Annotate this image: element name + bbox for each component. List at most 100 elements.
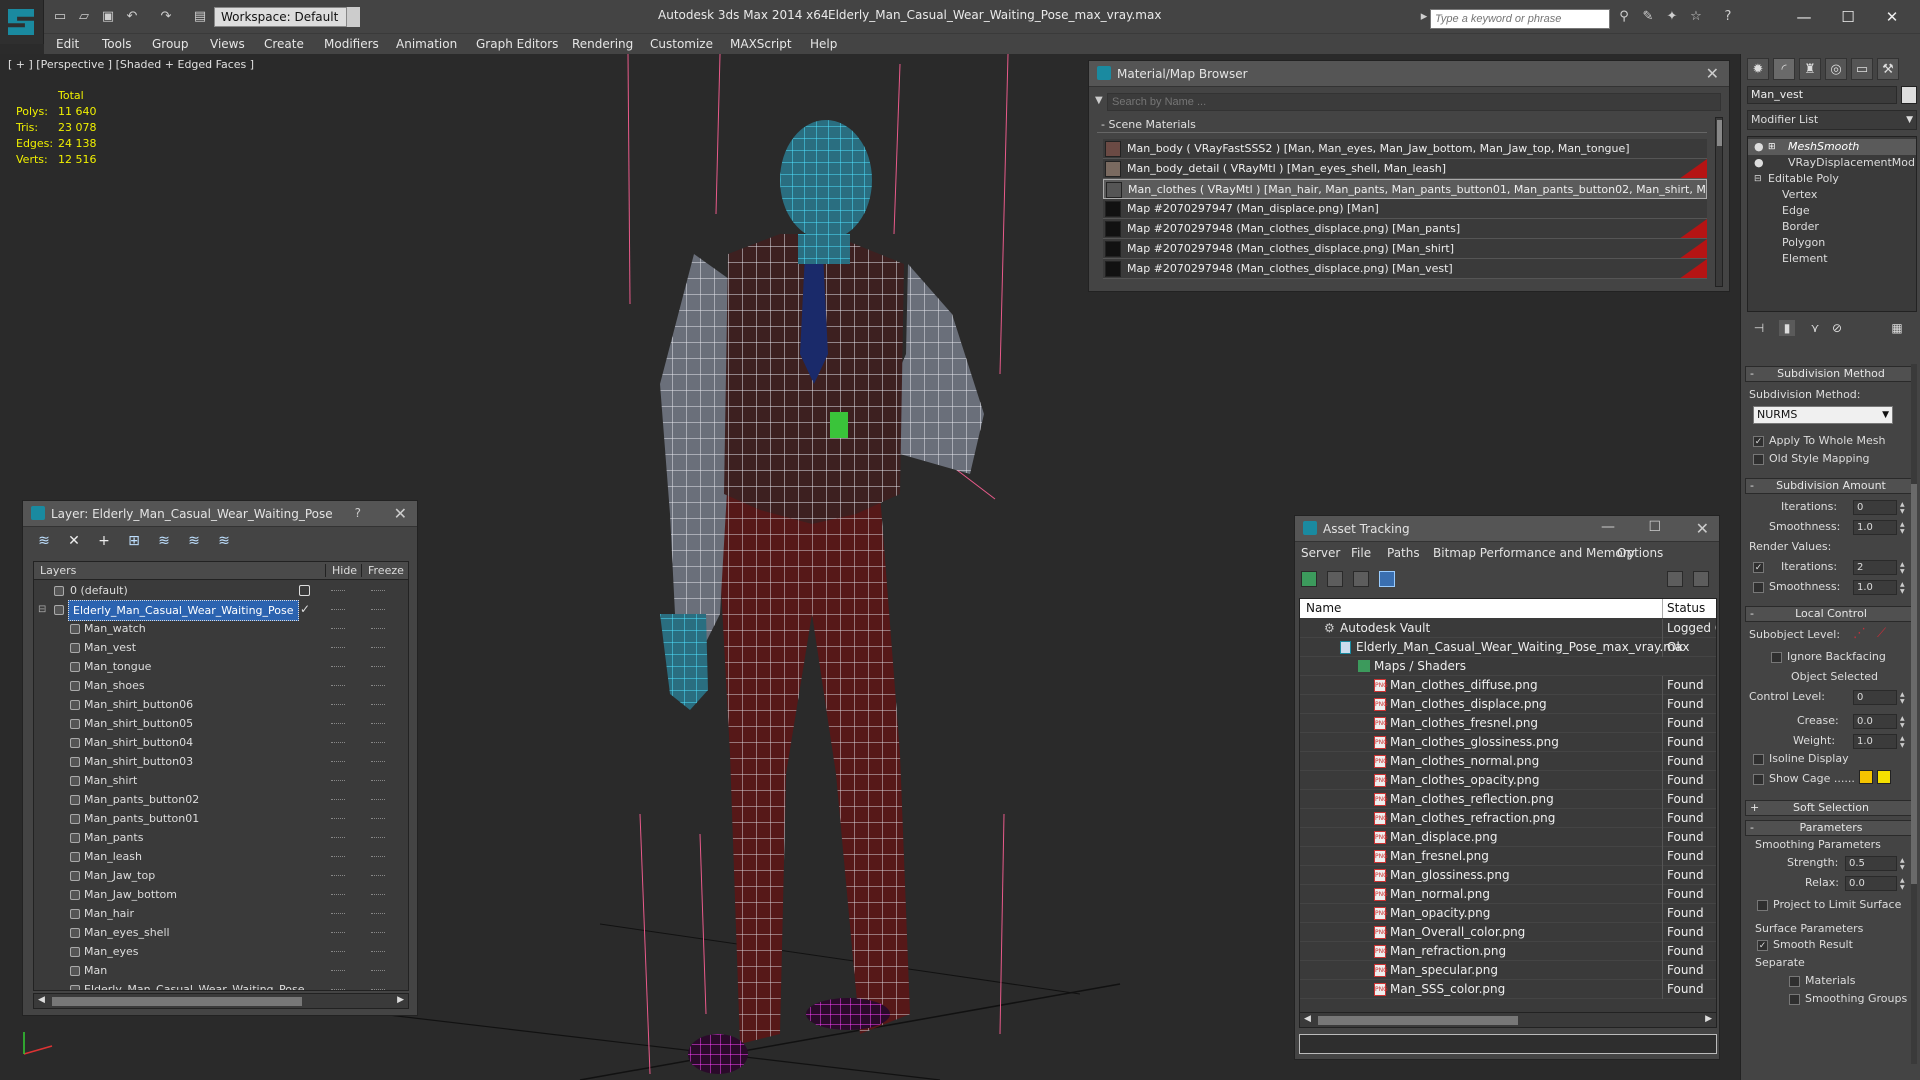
asset-menu-server[interactable]: Server (1301, 546, 1340, 560)
scroll-left-icon[interactable]: ◀ (1304, 1014, 1311, 1024)
remove-modifier-icon[interactable]: ⊘ (1829, 320, 1845, 336)
layer-list[interactable]: Layers Hide Freeze 0 (default) ⊟ Elderly… (33, 561, 409, 991)
command-panel-scrollbar[interactable] (1911, 364, 1917, 1064)
list-view-icon[interactable] (1327, 571, 1343, 587)
scroll-right-icon[interactable]: ▶ (1705, 1014, 1712, 1024)
asset-menu-bitmap[interactable]: Bitmap Performance and Memory (1433, 546, 1635, 560)
redo-icon[interactable]: ↷ (158, 9, 174, 25)
freeze-toggle[interactable] (371, 590, 385, 591)
add-to-layer-icon[interactable]: + (95, 533, 113, 549)
freeze-toggle[interactable] (371, 818, 385, 819)
create-tab-icon[interactable]: ✹ (1747, 58, 1769, 80)
hide-toggle[interactable] (331, 628, 345, 629)
asset-tracking-titlebar[interactable]: Asset Tracking — ☐ ✕ (1295, 516, 1719, 542)
menu-rendering[interactable]: Rendering (572, 37, 633, 51)
strength-spinner[interactable]: 0.5 (1845, 856, 1908, 871)
hide-toggle[interactable] (331, 970, 345, 971)
hide-toggle[interactable] (331, 647, 345, 648)
asset-map-row[interactable]: PNG Man_SSS_color.png Found (1300, 980, 1716, 999)
menu-graph-editors[interactable]: Graph Editors (476, 37, 558, 51)
asset-map-row[interactable]: PNG Man_specular.png Found (1300, 961, 1716, 980)
expand-icon[interactable]: ⊞ (1768, 139, 1776, 155)
scroll-thumb[interactable] (52, 997, 302, 1006)
configure-sets-icon[interactable]: ▦ (1889, 320, 1905, 336)
material-search-input[interactable] (1107, 93, 1721, 111)
freeze-toggle[interactable] (371, 970, 385, 971)
pin-stack-icon[interactable]: ⊣ (1751, 320, 1767, 336)
browser-options-icon[interactable]: ▼ (1095, 95, 1103, 106)
material-scrollbar[interactable] (1715, 117, 1723, 287)
hide-toggle[interactable] (331, 875, 345, 876)
scene-materials-header[interactable]: - Scene Materials (1097, 117, 1707, 133)
viewport-label[interactable]: [ + ] [Perspective ] [Shaded + Edged Fac… (8, 58, 254, 71)
new-file-icon[interactable]: ▭ (52, 9, 68, 25)
menu-maxscript[interactable]: MAXScript (730, 37, 792, 51)
freeze-toggle[interactable] (371, 780, 385, 781)
materials-checkbox[interactable] (1789, 976, 1800, 987)
ignore-backfacing-checkbox[interactable] (1771, 652, 1782, 663)
layer-object-row[interactable]: Man_shoes (34, 676, 408, 695)
asset-options-icon[interactable] (1693, 571, 1709, 587)
motion-tab-icon[interactable]: ◎ (1825, 58, 1847, 80)
show-cage-checkbox[interactable] (1753, 774, 1764, 785)
save-icon[interactable]: ▣ (100, 9, 116, 25)
help-icon[interactable]: ? (1720, 9, 1736, 25)
app-logo[interactable] (0, 0, 44, 44)
rollout-subdivision-method[interactable]: - Subdivision Method (1745, 366, 1917, 382)
hide-toggle[interactable] (331, 609, 345, 610)
cage-color-swatch-1[interactable] (1859, 770, 1873, 784)
minimize-button[interactable]: — (1784, 5, 1824, 29)
close-icon[interactable]: ✕ (394, 504, 407, 523)
menu-animation[interactable]: Animation (396, 37, 457, 51)
layer-object-row[interactable]: Man_Jaw_top (34, 866, 408, 885)
hide-toggle[interactable] (331, 761, 345, 762)
relax-spinner[interactable]: 0.0 (1845, 876, 1908, 891)
display-tab-icon[interactable]: ▭ (1851, 58, 1873, 80)
asset-map-row[interactable]: PNG Man_Overall_color.png Found (1300, 923, 1716, 942)
layer-object-row[interactable]: Man_vest (34, 638, 408, 657)
object-name-field[interactable]: Man_vest (1747, 86, 1897, 104)
stack-item-meshsmooth[interactable]: ● ⊞ MeshSmooth (1748, 139, 1916, 155)
workspace-expand-button[interactable] (346, 7, 360, 27)
col-freeze[interactable]: Freeze (361, 564, 404, 577)
map-row[interactable]: Map #2070297947 (Man_displace.png) [Man] (1103, 199, 1707, 219)
freeze-toggle[interactable] (371, 609, 385, 610)
modify-tab-icon[interactable]: ◜ (1773, 58, 1795, 80)
smooth-result-checkbox[interactable]: ✓ (1757, 940, 1768, 951)
asset-map-row[interactable]: PNG Man_clothes_fresnel.png Found (1300, 714, 1716, 733)
open-file-icon[interactable]: ▱ (76, 9, 92, 25)
layer-object-row[interactable]: Man_eyes_shell (34, 923, 408, 942)
freeze-toggle[interactable] (371, 951, 385, 952)
checkmark-icon[interactable]: ✓ (300, 600, 310, 619)
freeze-toggle[interactable] (371, 647, 385, 648)
weight-spinner[interactable]: 1.0 (1853, 734, 1908, 749)
freeze-toggle[interactable] (371, 856, 385, 857)
table-view-icon[interactable] (1379, 571, 1395, 587)
asset-menu-options[interactable]: Options (1617, 546, 1663, 560)
modifier-stack[interactable]: ● ⊞ MeshSmooth ● VRayDisplacementMod ⊟ Edita… (1747, 136, 1917, 312)
map-row[interactable]: Map #2070297948 (Man_clothes_displace.pn… (1103, 239, 1707, 259)
hide-toggle[interactable] (331, 913, 345, 914)
asset-map-row[interactable]: PNG Man_normal.png Found (1300, 885, 1716, 904)
menu-help[interactable]: Help (810, 37, 837, 51)
material-row[interactable]: Man_body_detail ( VRayMtl ) [Man_eyes_sh… (1103, 159, 1707, 179)
asset-map-row[interactable]: PNG Man_clothes_glossiness.png Found (1300, 733, 1716, 752)
freeze-toggle[interactable] (371, 799, 385, 800)
asset-list[interactable]: Name Status ⚙ Autodesk Vault Logged O El… (1299, 598, 1717, 1028)
freeze-toggle[interactable] (371, 742, 385, 743)
col-hide[interactable]: Hide (325, 564, 357, 577)
asset-horizontal-scrollbar[interactable]: ◀ ▶ (1299, 1012, 1717, 1028)
asset-menu-paths[interactable]: Paths (1387, 546, 1420, 560)
hide-toggle[interactable] (331, 666, 345, 667)
freeze-toggle[interactable] (371, 685, 385, 686)
freeze-all-icon[interactable]: ≋ (215, 533, 233, 549)
scroll-left-icon[interactable]: ◀ (38, 995, 45, 1005)
iterations-spinner[interactable]: 0 (1853, 500, 1908, 515)
rollout-soft-selection[interactable]: + Soft Selection (1745, 800, 1917, 816)
hide-toggle[interactable] (331, 989, 345, 990)
rollout-parameters[interactable]: - Parameters (1745, 820, 1917, 836)
communication-icon[interactable]: ✦ (1664, 9, 1680, 25)
close-button[interactable]: ✕ (1872, 5, 1912, 29)
layer-object-row[interactable]: Man_tongue (34, 657, 408, 676)
old-style-mapping-checkbox[interactable] (1753, 454, 1764, 465)
